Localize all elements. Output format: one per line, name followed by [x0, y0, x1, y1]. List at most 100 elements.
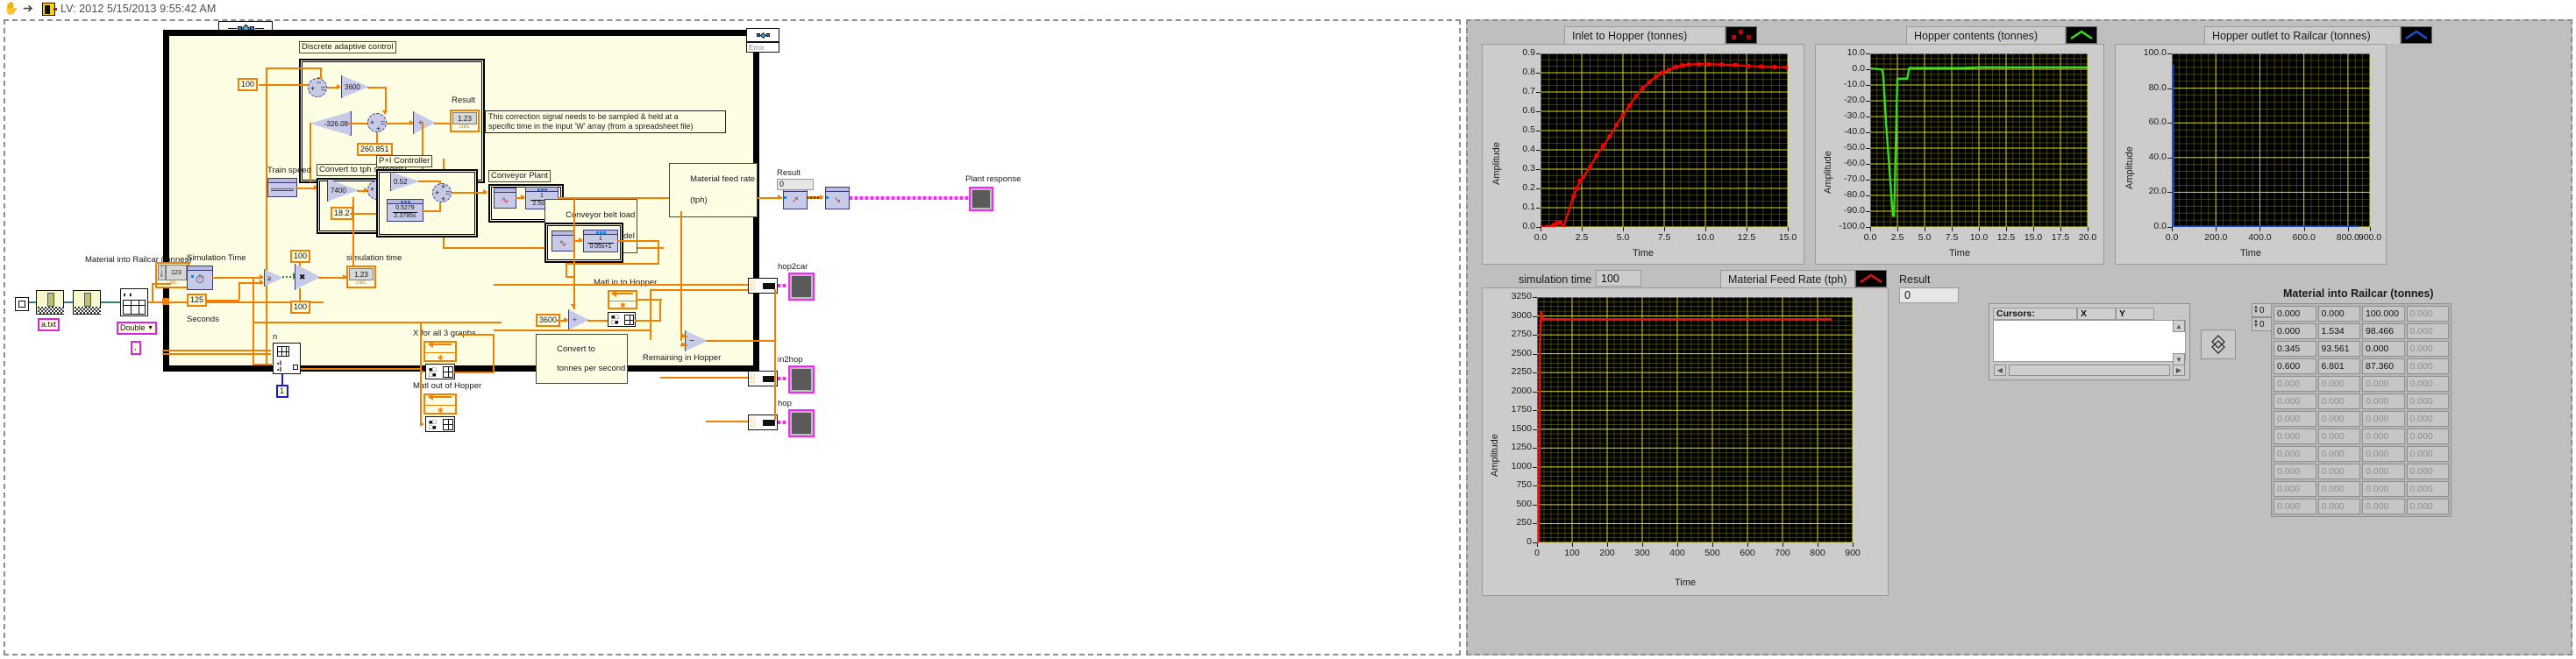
table-cell[interactable]: 0.000: [2274, 446, 2316, 462]
read-spreadsheet-node-2[interactable]: [73, 290, 101, 315]
step-source-icon[interactable]: ∿: [494, 188, 516, 209]
simulation-time-field[interactable]: 100: [1596, 270, 1641, 287]
divide-node-2[interactable]: ÷: [568, 309, 589, 330]
table-cell[interactable]: 0.000: [2317, 411, 2360, 427]
table-cell[interactable]: 0.000: [2362, 464, 2405, 479]
simulation-time-control[interactable]: ⏱: [187, 266, 213, 290]
sum-node-1[interactable]: − + =: [308, 78, 327, 97]
sum-node-2[interactable]: + = +: [367, 113, 387, 133]
table-cell[interactable]: 87.360: [2362, 358, 2405, 374]
delimiter-constant[interactable]: ,: [131, 341, 141, 355]
table-cell[interactable]: 0.000: [2362, 376, 2405, 392]
table-cell[interactable]: 0.000: [2406, 393, 2449, 409]
constant-260-851[interactable]: 260.851: [357, 143, 393, 156]
graph4-canvas[interactable]: [1537, 297, 1853, 542]
weigher-transfer-function[interactable]: 1 0.05s+1: [583, 230, 618, 252]
cursor-rows[interactable]: [1993, 320, 2186, 362]
result-right-value[interactable]: 0: [777, 179, 814, 190]
array-to-spreadsheet-node[interactable]: ◐◑: [120, 288, 148, 316]
cursor-hscrollbar[interactable]: [2009, 365, 2170, 376]
cursor-scroll-right[interactable]: ▶: [2173, 365, 2185, 376]
table-cell[interactable]: 0.000: [2362, 393, 2405, 409]
simulation-time-indicator[interactable]: 1.23 DBL: [346, 266, 376, 288]
table-cell[interactable]: 0.000: [2317, 306, 2360, 322]
file-path-icon[interactable]: [15, 297, 29, 311]
table-cell[interactable]: 0.000: [2362, 499, 2405, 514]
table-cell[interactable]: 0.000: [2406, 323, 2449, 339]
train-speed-control[interactable]: [267, 178, 297, 197]
integrator-block[interactable]: 0.5279 2.3785s: [387, 199, 423, 222]
hop-terminal[interactable]: [788, 409, 815, 437]
table-cell[interactable]: 6.801: [2317, 358, 2360, 374]
hop-bundle[interactable]: □ □: [748, 415, 778, 430]
table-cell[interactable]: 0.000: [2362, 446, 2405, 462]
cursor-scroll-left[interactable]: ◀: [1994, 365, 2006, 376]
table-cell[interactable]: 0.000: [2362, 411, 2405, 427]
x-graphs-shift-register[interactable]: ✱: [423, 341, 457, 362]
graph2-plotarea[interactable]: Amplitude Time 10.0 0.0 -10.0 -20.0 -30.0 -40…: [1815, 44, 2104, 265]
hop2car-bundle[interactable]: □ □: [748, 278, 778, 294]
table-cell[interactable]: 0.000: [2406, 429, 2449, 444]
labview-icon[interactable]: [42, 2, 57, 16]
constant-100-top[interactable]: 100: [238, 78, 259, 91]
material-into-railcar-table[interactable]: 0.000 0.000 100.000 0.000 0.000 1.534 98.466 0.…: [2271, 303, 2451, 517]
graph3-plotarea[interactable]: Amplitude Time 0.0 20.0 40.0 60.0 80.0 100.0 …: [2115, 44, 2387, 265]
error-cluster-icon[interactable]: [746, 28, 779, 42]
table-cell[interactable]: 0.000: [2274, 481, 2316, 497]
sum-node-pi[interactable]: + + = +: [432, 183, 452, 203]
table-cell[interactable]: 0.000: [2274, 429, 2316, 444]
hop2car-terminal[interactable]: [788, 273, 815, 301]
table-cell[interactable]: 0.000: [2317, 464, 2360, 479]
table-cell[interactable]: 0.000: [2406, 358, 2449, 374]
in2hop-terminal[interactable]: [788, 365, 815, 393]
x-graphs-build-array[interactable]: ■□ □■: [425, 364, 455, 379]
table-cell[interactable]: 0.000: [2274, 376, 2316, 392]
table-cell[interactable]: 0.000: [2317, 481, 2360, 497]
table-cell[interactable]: 0.000: [2274, 464, 2316, 479]
graph4-legend-swatch[interactable]: [1855, 270, 1887, 287]
cursor-scroll-down[interactable]: ▼: [2173, 353, 2185, 365]
table-cell[interactable]: 0.000: [2274, 411, 2316, 427]
feed-rate-out-icon[interactable]: ↘: [825, 187, 850, 209]
table-cell[interactable]: 0.000: [2406, 376, 2449, 392]
cursor-move-pad-icon[interactable]: [2201, 330, 2236, 359]
table-cell[interactable]: 0.000: [2317, 499, 2360, 514]
table-cell[interactable]: 0.600: [2274, 358, 2316, 374]
graph3-canvas[interactable]: [2172, 53, 2370, 227]
cursor-legend[interactable]: Cursors: X Y ▲ ▼ ◀ ▶: [1989, 303, 2190, 380]
table-cell[interactable]: 93.561: [2317, 341, 2360, 357]
graph2-canvas[interactable]: [1870, 53, 2088, 227]
table-cell[interactable]: 1.534: [2317, 323, 2360, 339]
graph1-canvas[interactable]: [1541, 53, 1788, 227]
table-cell[interactable]: 0.000: [2274, 306, 2316, 322]
subtract-node[interactable]: −: [685, 330, 708, 351]
constant-filename[interactable]: a.txt: [38, 318, 60, 331]
table-cell[interactable]: 0.000: [2406, 411, 2449, 427]
fp-result-field[interactable]: 0: [1899, 287, 1959, 303]
read-spreadsheet-node-1[interactable]: [36, 290, 64, 315]
matl-out-shift-register[interactable]: ✱: [423, 393, 457, 415]
cursor-scroll-up[interactable]: ▲: [2173, 320, 2185, 332]
block-diagram-canvas[interactable]: Discrete adaptive control 100 − + = 3600: [15, 30, 1021, 437]
constant-125[interactable]: 125: [187, 294, 208, 307]
table-cell[interactable]: 0.000: [2406, 464, 2449, 479]
plant-response-terminal[interactable]: [969, 187, 993, 211]
graph4-plotarea[interactable]: Amplitude Time 0 250 500 750 1000 1250 1500 175…: [1482, 287, 1889, 596]
matl-in-build-array[interactable]: ■□ □■: [608, 312, 636, 327]
table-cell[interactable]: 100.000: [2362, 306, 2405, 322]
table-cell[interactable]: 0.000: [2362, 481, 2405, 497]
table-cell[interactable]: 0.000: [2362, 429, 2405, 444]
table-cell[interactable]: 0.000: [2406, 446, 2449, 462]
table-cell[interactable]: 0.000: [2317, 446, 2360, 462]
table-cell[interactable]: 0.345: [2274, 341, 2316, 357]
in2hop-bundle[interactable]: □ □: [748, 371, 778, 386]
array-subset-node[interactable]: ▪‖ ▪‖: [273, 343, 301, 374]
error-label[interactable]: Error: [746, 42, 779, 53]
table-cell[interactable]: 0.000: [2274, 499, 2316, 514]
spinner-up-down-icon[interactable]: ▲ ▼: [2252, 318, 2259, 330]
table-cell[interactable]: 0.000: [2317, 429, 2360, 444]
table-cell[interactable]: 0.000: [2406, 306, 2449, 322]
graph1-legend-swatch[interactable]: [1726, 26, 1757, 44]
weigher-source-icon[interactable]: ∿: [551, 230, 574, 252]
constant-100-a[interactable]: 100: [290, 250, 311, 263]
